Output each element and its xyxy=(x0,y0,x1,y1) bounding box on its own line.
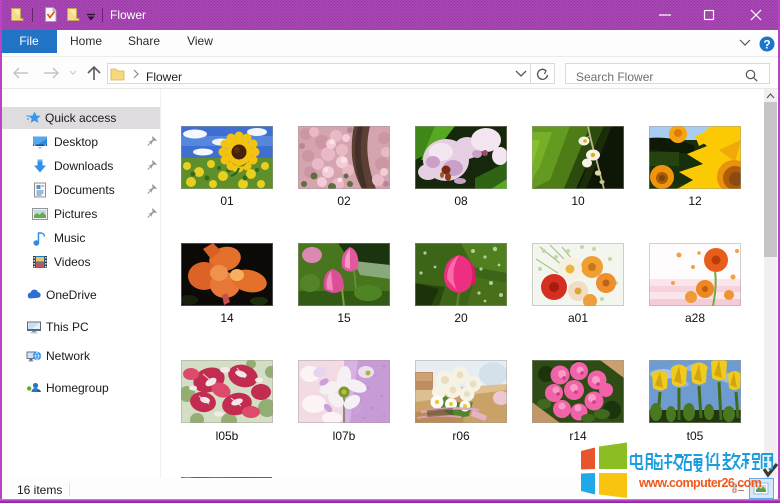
svg-text:?: ? xyxy=(763,38,770,52)
